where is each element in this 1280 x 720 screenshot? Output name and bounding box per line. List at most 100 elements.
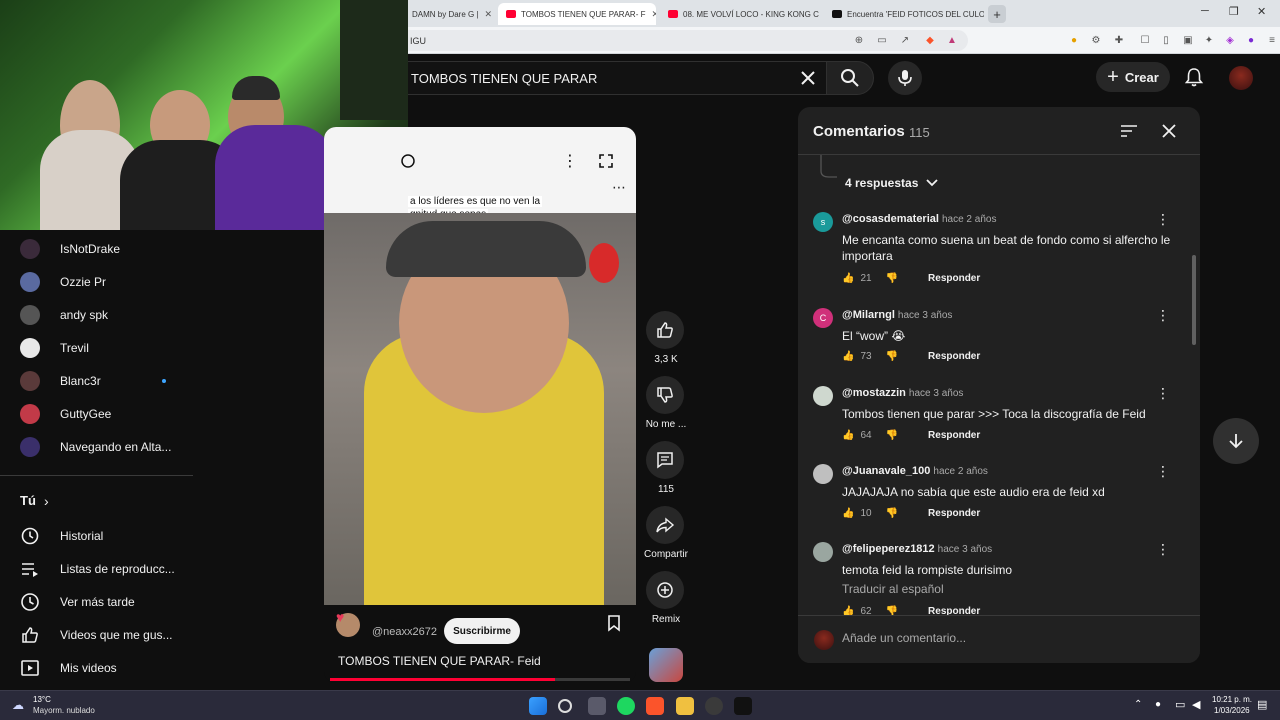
sidebar-subscription[interactable]: Trevil — [0, 331, 193, 364]
comments-button[interactable] — [646, 441, 684, 479]
close-icon[interactable]: ✕ — [819, 9, 820, 20]
notifications-bell-icon[interactable] — [1183, 66, 1205, 88]
bookmarks-icon[interactable]: ☐ — [1139, 34, 1151, 46]
dislike-icon[interactable]: 👎 — [886, 430, 898, 441]
browser-tab[interactable]: 08. ME VOLVÍ LOCO - KING KONG C ✕ — [660, 3, 820, 25]
commenter-avatar[interactable]: C — [813, 308, 833, 328]
sidebar-subscription[interactable]: Ozzie Pr — [0, 265, 193, 298]
zoom-icon[interactable]: ⊕ — [853, 34, 865, 46]
sidebar-subscription[interactable]: andy spk — [0, 298, 193, 331]
minimize-icon[interactable]: ─ — [1201, 5, 1209, 17]
close-icon[interactable]: ✕ — [479, 9, 493, 20]
volume-icon[interactable] — [400, 153, 416, 169]
leo-icon[interactable]: ✦ — [1203, 34, 1215, 46]
commenter-avatar[interactable] — [813, 464, 833, 484]
reply-button[interactable]: Responder — [928, 273, 980, 284]
clock-time[interactable]: 10:21 p. m. — [1212, 695, 1252, 704]
network-icon[interactable]: ▭ — [1175, 698, 1185, 711]
maximize-icon[interactable]: ❐ — [1229, 5, 1239, 18]
chevron-up-icon[interactable]: ⌃ — [1134, 699, 1142, 710]
browser-tab-active[interactable]: TOMBOS TIENEN QUE PARAR- F ✕ — [498, 3, 656, 25]
replies-toggle[interactable]: 4 respuestas — [845, 176, 939, 190]
sidebar-subscription[interactable]: Blanc3r — [0, 364, 193, 397]
sidebar-subscription[interactable]: IsNotDrake — [0, 232, 193, 265]
tiktok-icon[interactable] — [734, 697, 752, 715]
remix-button[interactable] — [646, 571, 684, 609]
sidebar-item-liked-videos[interactable]: Videos que me gus... — [0, 618, 193, 651]
notifications-icon[interactable]: ▤ — [1257, 698, 1267, 711]
share-icon[interactable]: ↗ — [899, 34, 911, 46]
sidebar-item-watch-later[interactable]: Ver más tarde — [0, 585, 193, 618]
wallet-icon[interactable]: ● — [1068, 34, 1080, 46]
comments-scrollbar[interactable] — [1192, 159, 1196, 613]
reply-button[interactable]: Responder — [928, 508, 980, 519]
extensions-puzzle-icon[interactable]: ✚ — [1113, 34, 1125, 46]
comment-author[interactable]: @cosasdematerial hace 2 años — [842, 213, 996, 225]
more-vertical-icon[interactable]: ⋮ — [1156, 386, 1170, 402]
close-icon[interactable] — [1162, 124, 1176, 138]
window-close-icon[interactable]: ✕ — [1257, 5, 1266, 18]
fullscreen-icon[interactable] — [598, 153, 614, 169]
obs-icon[interactable] — [705, 697, 723, 715]
account-avatar[interactable] — [1229, 66, 1253, 90]
audio-thumbnail[interactable] — [649, 648, 683, 682]
vpn-icon[interactable]: ◈ — [1224, 34, 1236, 46]
weather-description[interactable]: Mayorm. nublado — [33, 706, 95, 715]
speaker-icon[interactable]: ◀ — [1192, 698, 1200, 711]
bookmark-icon[interactable] — [606, 614, 622, 632]
translate-link[interactable]: Traducir al español — [842, 582, 944, 596]
browser-tab[interactable]: DAMN by Dare G | ✕ — [404, 3, 494, 25]
commenter-avatar[interactable] — [813, 542, 833, 562]
comment-author[interactable]: @Milarngl hace 3 años — [842, 309, 952, 321]
video-progress-bar[interactable] — [330, 678, 630, 681]
comment-author[interactable]: @felipeperez1812 hace 3 años — [842, 543, 992, 555]
close-icon[interactable]: ✕ — [645, 9, 656, 20]
share-button[interactable] — [646, 506, 684, 544]
reply-button[interactable]: Responder — [928, 351, 980, 362]
spotify-icon[interactable] — [617, 697, 635, 715]
like-icon[interactable]: 👍 — [842, 430, 854, 441]
microphone-icon[interactable]: ● — [1155, 699, 1161, 710]
like-icon[interactable]: 👍 — [842, 508, 854, 519]
next-video-button[interactable] — [1213, 418, 1259, 464]
subscribe-button[interactable]: Suscribirme — [444, 618, 520, 644]
sort-icon[interactable] — [1120, 124, 1138, 138]
like-icon[interactable]: 👍 — [842, 273, 854, 284]
reply-button[interactable]: Responder — [928, 430, 980, 441]
dislike-icon[interactable]: 👎 — [886, 351, 898, 362]
brave-icon[interactable] — [646, 697, 664, 715]
heart-icon[interactable]: ♥ — [336, 609, 344, 625]
search-input[interactable]: TOMBOS TIENEN QUE PARAR — [380, 61, 830, 95]
new-tab-button[interactable]: + — [988, 5, 1006, 23]
wallet-card-icon[interactable]: ▣ — [1182, 34, 1194, 46]
sidebar-subscription[interactable]: Navegando en Alta... — [0, 430, 193, 463]
more-vertical-icon[interactable]: ⋮ — [1156, 308, 1170, 324]
more-vertical-icon[interactable]: ⋮ — [1156, 212, 1170, 228]
dislike-button[interactable] — [646, 376, 684, 414]
menu-icon[interactable]: ≡ — [1266, 34, 1278, 46]
search-icon[interactable] — [558, 699, 572, 713]
file-explorer-icon[interactable] — [676, 697, 694, 715]
scrollbar-thumb[interactable] — [1192, 255, 1196, 345]
comment-author[interactable]: @Juanavale_100 hace 2 años — [842, 465, 988, 477]
dislike-icon[interactable]: 👎 — [886, 273, 898, 284]
sidebar-toggle-icon[interactable]: ▯ — [1160, 34, 1172, 46]
sidebar-item-playlists[interactable]: Listas de reproducc... — [0, 552, 193, 585]
dislike-icon[interactable]: 👎 — [886, 508, 898, 519]
clear-search-icon[interactable] — [799, 69, 817, 87]
browser-tab[interactable]: Encuentra 'FEID FOTICOS DEL CULO ✕ — [824, 3, 984, 25]
commenter-avatar[interactable] — [813, 386, 833, 406]
sidebar-item-my-videos[interactable]: Mis videos — [0, 651, 193, 684]
profile-icon[interactable]: ● — [1245, 34, 1257, 46]
search-button[interactable] — [826, 61, 874, 95]
more-vertical-icon[interactable]: ⋮ — [1156, 542, 1170, 558]
start-icon[interactable] — [529, 697, 547, 715]
clock-date[interactable]: 1/03/2026 — [1214, 706, 1250, 715]
task-view-icon[interactable] — [588, 697, 606, 715]
voice-search-button[interactable] — [888, 61, 922, 95]
more-vertical-icon[interactable]: ⋮ — [1156, 464, 1170, 480]
commenter-avatar[interactable]: s — [813, 212, 833, 232]
you-section-header[interactable]: Tú › — [0, 484, 193, 517]
channel-handle[interactable]: @neaxx2672 — [372, 626, 437, 638]
like-icon[interactable]: 👍 — [842, 351, 854, 362]
